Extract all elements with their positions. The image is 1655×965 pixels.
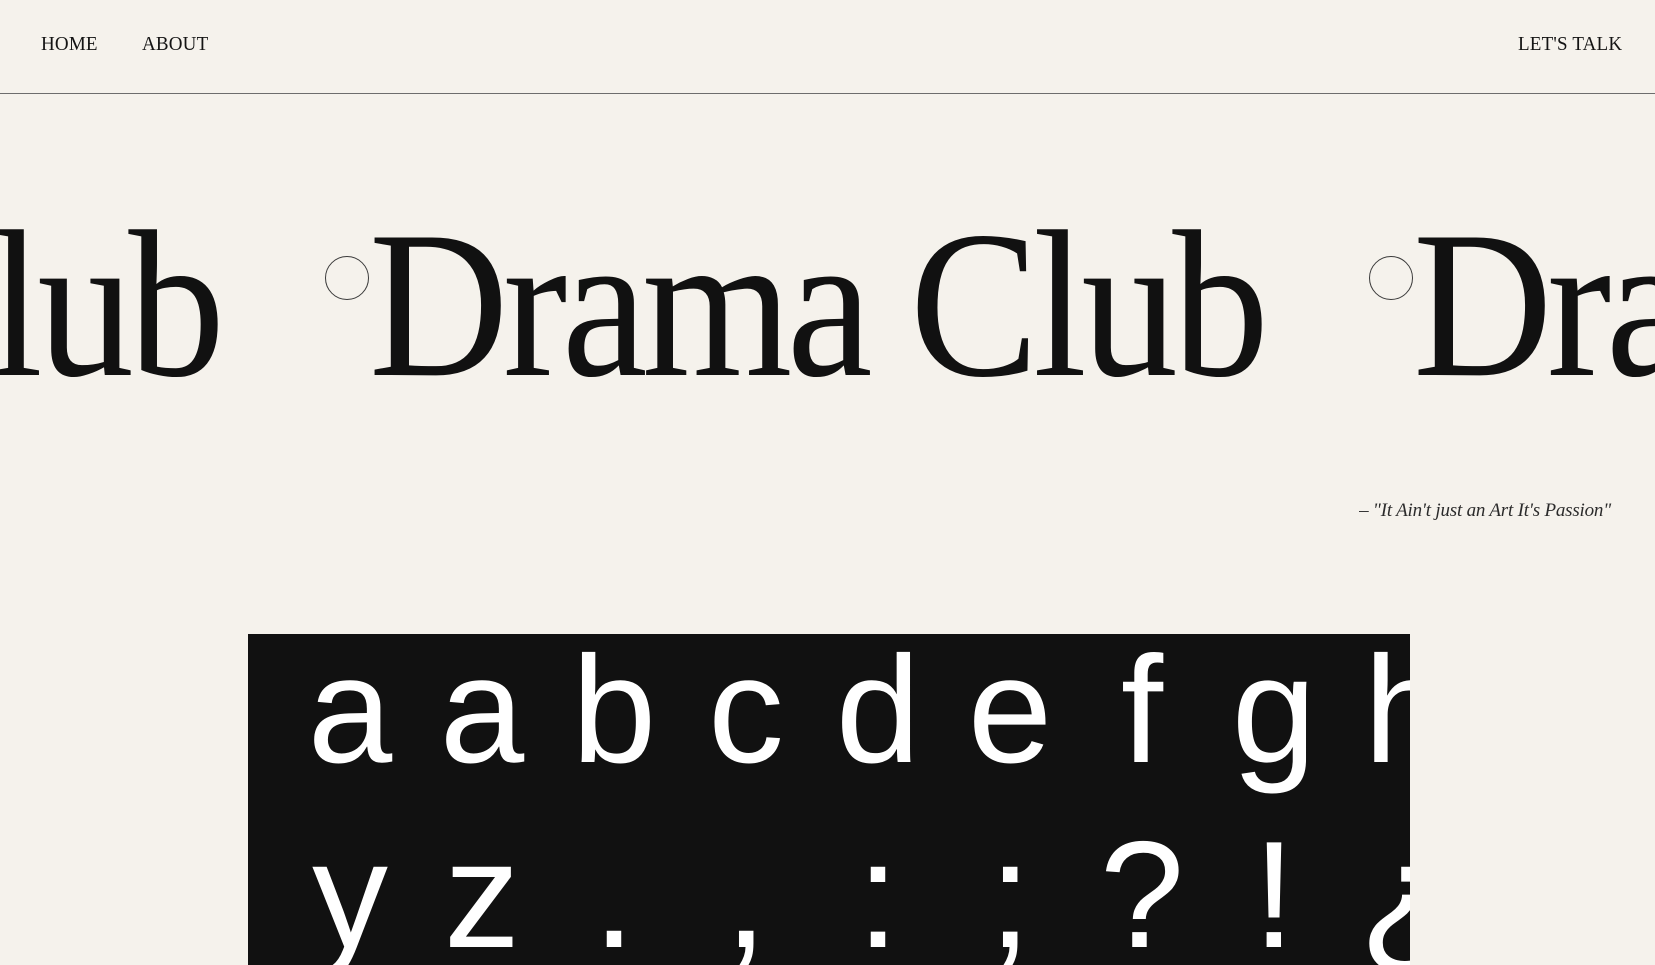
nav-home-link[interactable]: HOME [41, 34, 98, 54]
specimen-glyph: ! [1252, 810, 1296, 965]
specimen-row-punctuation: yz.,:;?!¿¿¡¡ [284, 819, 1410, 965]
nav-about-link[interactable]: ABOUT [142, 34, 208, 54]
specimen-glyph: y [312, 810, 388, 965]
type-specimen: aabcdefgh yz.,:;?!¿¿¡¡ [248, 634, 1410, 965]
specimen-glyph: ¿ [1340, 819, 1410, 965]
specimen-row-lowercase: aabcdefgh [284, 634, 1410, 786]
tagline-quote: – "It Ain't just an Art It's Passion" [1359, 500, 1611, 521]
specimen-glyph: a [307, 634, 393, 795]
page: HOME ABOUT LET'S TALK Drama Club Drama C… [0, 0, 1655, 965]
specimen-glyph: b [571, 634, 657, 795]
specimen-glyph: h [1363, 634, 1410, 795]
marquee-item: Drama Club [369, 180, 1413, 430]
marquee-item: Drama Club [0, 180, 369, 430]
specimen-glyph: , [724, 810, 768, 965]
hero-title: Drama Club [1413, 189, 1655, 421]
specimen-glyph: a [439, 634, 525, 795]
specimen-glyph: f [1120, 634, 1164, 795]
marquee-item: Drama Club [1413, 180, 1655, 430]
top-nav: HOME ABOUT LET'S TALK [0, 0, 1655, 94]
hero-title: Drama Club [0, 189, 225, 421]
specimen-glyph: g [1231, 634, 1317, 795]
specimen-glyph: d [835, 634, 921, 795]
specimen-glyph: : [856, 810, 900, 965]
nav-lets-talk-link[interactable]: LET'S TALK [1518, 34, 1622, 54]
circle-separator-icon [325, 256, 369, 300]
hero-title: Drama Club [369, 189, 1269, 421]
circle-separator-icon [1369, 256, 1413, 300]
specimen-glyph: e [967, 634, 1053, 795]
specimen-glyph: z [444, 810, 520, 965]
hero-marquee: Drama Club Drama Club Drama Club [0, 180, 1655, 450]
specimen-glyph: . [592, 810, 636, 965]
specimen-glyph: ? [1099, 810, 1185, 965]
specimen-glyph: c [708, 634, 784, 795]
specimen-glyph: ; [988, 810, 1032, 965]
marquee-track: Drama Club Drama Club Drama Club [0, 180, 1655, 430]
